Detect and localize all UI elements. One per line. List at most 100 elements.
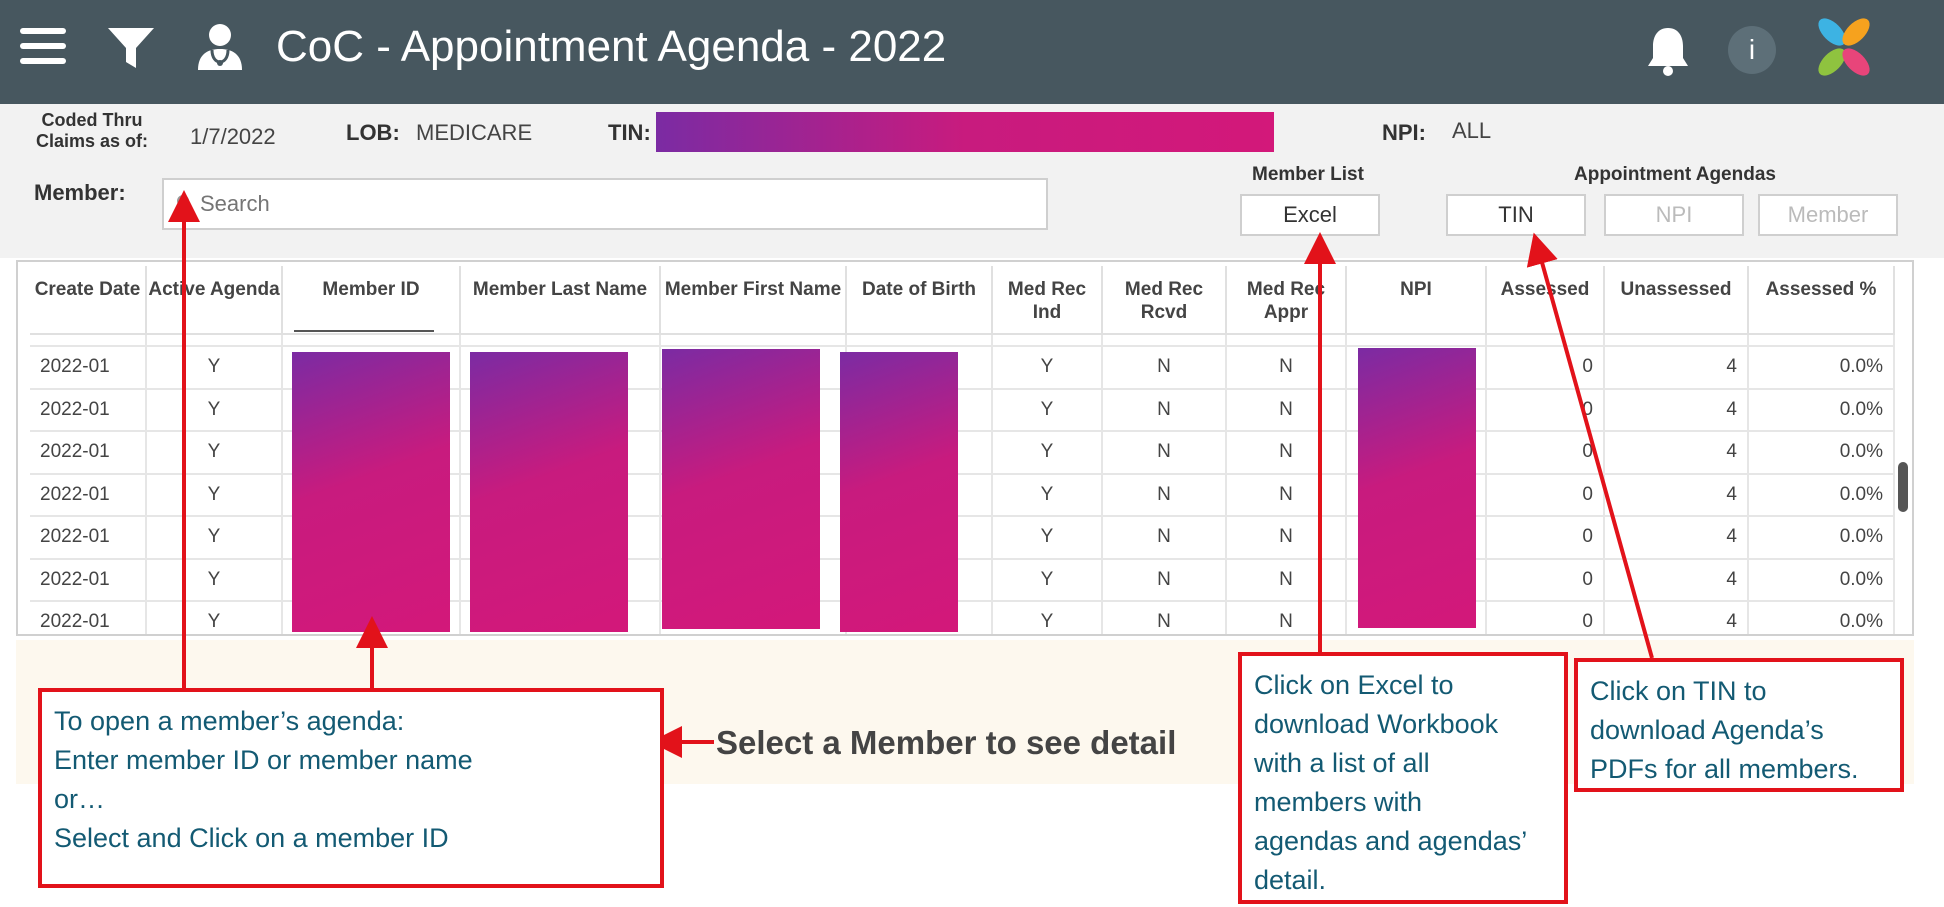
med-rec-rcvd-cell: N	[1102, 388, 1227, 432]
column-header[interactable]: Active Agenda	[146, 266, 283, 335]
unassessed-cell: 4	[1604, 558, 1749, 602]
med-rec-appr-cell: N	[1226, 558, 1347, 602]
filter-icon[interactable]	[106, 24, 156, 72]
detail-placeholder-message: Select a Member to see detail	[716, 724, 1177, 761]
unassessed-cell: 4	[1604, 601, 1749, 634]
med-rec-appr-cell: N	[1226, 516, 1347, 560]
assessed-cell: 0	[1486, 346, 1605, 390]
table-scrollbar[interactable]	[1898, 462, 1908, 512]
create-date-cell: 2022-01	[30, 516, 147, 560]
column-header[interactable]: Assessed %	[1748, 266, 1895, 335]
bell-icon[interactable]	[1644, 24, 1692, 76]
doctor-icon	[198, 24, 242, 70]
med-rec-ind-cell: Y	[992, 346, 1103, 390]
npi-value[interactable]: ALL	[1452, 118, 1491, 144]
tin-button[interactable]: TIN	[1446, 194, 1586, 236]
member-button[interactable]: Member	[1758, 194, 1898, 236]
unassessed-cell: 4	[1604, 516, 1749, 560]
npi-redaction	[1358, 348, 1476, 628]
med-rec-appr-cell: N	[1226, 431, 1347, 475]
tin-value-redacted	[656, 112, 1274, 152]
assessed-pct-cell: 0.0%	[1748, 346, 1895, 390]
unassessed-cell: 4	[1604, 388, 1749, 432]
column-header[interactable]: Member First Name	[660, 266, 847, 335]
active-agenda-cell: Y	[146, 346, 283, 390]
coded-thru-label: Coded Thru Claims as of:	[36, 110, 149, 151]
med-rec-ind-cell: Y	[992, 388, 1103, 432]
npi-button[interactable]: NPI	[1604, 194, 1744, 236]
assessed-cell: 0	[1486, 473, 1605, 517]
column-header[interactable]: Assessed	[1486, 266, 1605, 335]
callout-open-agenda: To open a member’s agenda: Enter member …	[38, 688, 664, 888]
assessed-cell: 0	[1486, 558, 1605, 602]
column-header[interactable]: Med Rec Ind	[992, 266, 1103, 335]
agenda-table-container: Create Date Active Agenda Member ID Memb…	[16, 260, 1914, 636]
column-header[interactable]: Unassessed	[1604, 266, 1749, 335]
med-rec-appr-cell: N	[1226, 388, 1347, 432]
member-label: Member:	[34, 180, 126, 205]
med-rec-rcvd-cell: N	[1102, 431, 1227, 475]
unassessed-cell: 4	[1604, 473, 1749, 517]
hamburger-menu-icon[interactable]	[20, 28, 66, 68]
member-last-name-redaction	[470, 352, 628, 632]
member-first-name-redaction	[662, 349, 820, 629]
med-rec-rcvd-cell: N	[1102, 516, 1227, 560]
column-header[interactable]: Date of Birth	[846, 266, 993, 335]
assessed-cell: 0	[1486, 601, 1605, 634]
unassessed-cell: 4	[1604, 431, 1749, 475]
create-date-cell: 2022-01	[30, 558, 147, 602]
column-header[interactable]: NPI	[1346, 266, 1487, 335]
table-header-row: Create Date Active Agenda Member ID Memb…	[30, 266, 1895, 335]
npi-label: NPI:	[1382, 120, 1426, 145]
excel-button[interactable]: Excel	[1240, 194, 1380, 236]
callout-tin: Click on TIN to download Agenda’s PDFs f…	[1574, 658, 1904, 792]
active-agenda-cell: Y	[146, 431, 283, 475]
med-rec-rcvd-cell: N	[1102, 473, 1227, 517]
active-agenda-cell: Y	[146, 473, 283, 517]
med-rec-ind-cell: Y	[992, 558, 1103, 602]
member-search-input[interactable]	[200, 188, 1020, 220]
active-agenda-cell: Y	[146, 388, 283, 432]
create-date-cell: 2022-01	[30, 473, 147, 517]
assessed-pct-cell: 0.0%	[1748, 473, 1895, 517]
med-rec-rcvd-cell: N	[1102, 601, 1227, 634]
active-agenda-cell: Y	[146, 558, 283, 602]
lob-value: MEDICARE	[416, 120, 533, 145]
search-icon	[177, 195, 193, 211]
med-rec-appr-cell: N	[1226, 473, 1347, 517]
med-rec-rcvd-cell: N	[1102, 346, 1227, 390]
info-icon[interactable]: i	[1728, 26, 1776, 74]
column-header[interactable]: Create Date	[30, 266, 147, 335]
assessed-pct-cell: 0.0%	[1748, 431, 1895, 475]
member-id-redaction	[292, 352, 450, 632]
active-agenda-cell: Y	[146, 516, 283, 560]
assessed-pct-cell: 0.0%	[1748, 516, 1895, 560]
filter-panel: Coded Thru Claims as of: 1/7/2022 LOB: M…	[0, 104, 1944, 258]
assessed-cell: 0	[1486, 516, 1605, 560]
member-search-box[interactable]	[162, 178, 1048, 230]
med-rec-ind-cell: Y	[992, 601, 1103, 634]
column-header[interactable]: Med Rec Appr	[1226, 266, 1347, 335]
column-header[interactable]: Member Last Name	[460, 266, 661, 335]
med-rec-ind-cell: Y	[992, 473, 1103, 517]
unassessed-cell: 4	[1604, 346, 1749, 390]
med-rec-ind-cell: Y	[992, 431, 1103, 475]
sort-indicator	[294, 330, 434, 332]
tin-label: TIN:	[608, 120, 651, 145]
create-date-cell: 2022-01	[30, 431, 147, 475]
column-header[interactable]: Member ID	[282, 266, 461, 335]
create-date-cell: 2022-01	[30, 346, 147, 390]
coded-thru-value: 1/7/2022	[190, 124, 276, 149]
assessed-cell: 0	[1486, 431, 1605, 475]
app-logo-icon	[1818, 18, 1870, 76]
med-rec-appr-cell: N	[1226, 346, 1347, 390]
med-rec-ind-cell: Y	[992, 516, 1103, 560]
column-header[interactable]: Med Rec Rcvd	[1102, 266, 1227, 335]
page-title: CoC - Appointment Agenda - 2022	[276, 22, 947, 71]
med-rec-appr-cell: N	[1226, 601, 1347, 634]
med-rec-rcvd-cell: N	[1102, 558, 1227, 602]
assessed-cell: 0	[1486, 388, 1605, 432]
assessed-pct-cell: 0.0%	[1748, 388, 1895, 432]
create-date-cell: 2022-01	[30, 388, 147, 432]
active-agenda-cell: Y	[146, 601, 283, 634]
